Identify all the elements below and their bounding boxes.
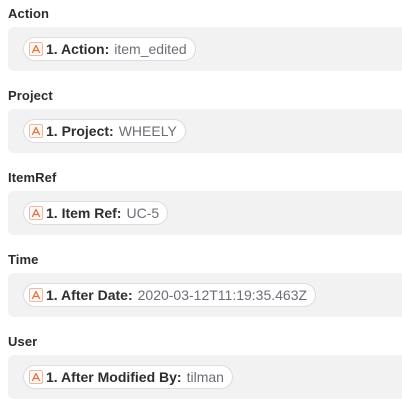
pill-value: UC-5 (126, 205, 160, 221)
field-label: Project (8, 88, 53, 103)
itemref-input[interactable]: 1. Item Ref: UC-5 (8, 191, 402, 235)
time-input[interactable]: 1. After Date: 2020-03-12T11:19:35.463Z (8, 273, 402, 317)
field-label: User (8, 334, 38, 349)
mapped-value-pill[interactable]: 1. Item Ref: UC-5 (23, 201, 169, 225)
project-input[interactable]: 1. Project: WHEELY (8, 109, 402, 153)
user-input[interactable]: 1. After Modified By: tilman (8, 355, 402, 399)
pill-key: 1. After Date: (46, 287, 133, 303)
pill-value: WHEELY (118, 123, 177, 139)
field-label: Action (8, 6, 50, 21)
pill-key: 1. Item Ref: (46, 205, 122, 221)
app-logo-icon (29, 124, 43, 138)
app-logo-icon (29, 288, 43, 302)
pill-value: item_edited (114, 41, 187, 57)
mapped-value-pill[interactable]: 1. After Modified By: tilman (23, 365, 233, 389)
app-logo-icon (29, 370, 43, 384)
mapped-value-pill[interactable]: 1. Project: WHEELY (23, 119, 186, 143)
field-mapping-form: Action 1. Action: item_edited Project 1.… (0, 0, 402, 412)
pill-key: 1. After Modified By: (46, 369, 182, 385)
action-input[interactable]: 1. Action: item_edited (8, 27, 402, 71)
app-logo-icon (29, 206, 43, 220)
pill-value: 2020-03-12T11:19:35.463Z (137, 287, 308, 303)
pill-key: 1. Project: (46, 123, 114, 139)
field-label: ItemRef (8, 170, 57, 185)
field-label: Time (8, 252, 39, 267)
mapped-value-pill[interactable]: 1. After Date: 2020-03-12T11:19:35.463Z (23, 283, 317, 307)
pill-value: tilman (186, 369, 224, 385)
app-logo-icon (29, 42, 43, 56)
mapped-value-pill[interactable]: 1. Action: item_edited (23, 37, 196, 61)
pill-key: 1. Action: (46, 41, 110, 57)
